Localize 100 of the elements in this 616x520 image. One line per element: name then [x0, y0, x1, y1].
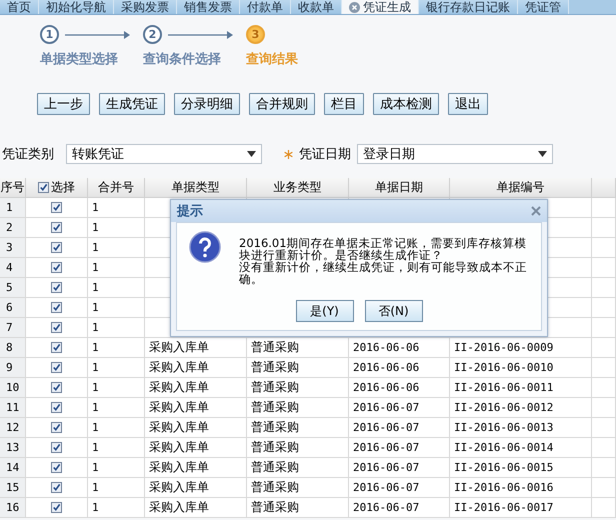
tab[interactable]: 首页 [0, 0, 39, 14]
toolbar-button[interactable]: 合并规则 [249, 93, 315, 115]
table-cell: 1 [88, 418, 145, 437]
checkbox[interactable] [51, 402, 62, 413]
checkbox[interactable] [51, 282, 62, 293]
tab[interactable]: 凭证管 [518, 0, 569, 14]
table-cell: 1 [88, 218, 145, 237]
checkbox[interactable] [51, 462, 62, 473]
toolbar-button[interactable]: 分录明细 [174, 93, 240, 115]
column-header[interactable]: 单据日期 [349, 178, 450, 197]
table-cell: 采购入库单 [145, 438, 247, 457]
step-label: 查询结果 [246, 51, 298, 68]
toolbar-button[interactable]: 栏目 [324, 93, 364, 115]
table-cell: 1 [88, 458, 145, 477]
table-cell: 2016-06-06 [349, 378, 450, 397]
row-number: 11 [0, 398, 26, 417]
field-label: 凭证类别 [2, 146, 54, 163]
table-cell: 2016-06-07 [349, 418, 450, 437]
tab[interactable]: 采购发票 [114, 0, 177, 14]
tab[interactable]: 银行存款日记账 [419, 0, 518, 14]
tab[interactable]: 收款单 [291, 0, 342, 14]
checkbox[interactable] [51, 342, 62, 353]
checkbox[interactable] [51, 322, 62, 333]
table-cell: 采购入库单 [145, 458, 247, 477]
table-cell: 1 [88, 438, 145, 457]
checkbox[interactable] [51, 262, 62, 273]
table-cell: 普通采购 [247, 418, 349, 437]
column-header[interactable]: 合并号 [88, 178, 145, 197]
row-number: 15 [0, 478, 26, 497]
table-cell: 普通采购 [247, 338, 349, 357]
table-cell: 采购入库单 [145, 338, 247, 357]
row-number: 6 [0, 298, 26, 317]
table-cell: 普通采购 [247, 438, 349, 457]
row-number: 9 [0, 358, 26, 377]
select-all-checkbox[interactable] [38, 182, 49, 193]
arrow-icon [166, 30, 234, 40]
column-header[interactable]: 业务类型 [247, 178, 349, 197]
tab[interactable]: 付款单 [240, 0, 291, 14]
column-header[interactable]: 单据编号 [450, 178, 592, 197]
checkbox[interactable] [51, 202, 62, 213]
dropdown-field[interactable]: 转账凭证 [66, 144, 262, 164]
checkbox[interactable] [51, 242, 62, 253]
checkbox[interactable] [51, 382, 62, 393]
row-number: 5 [0, 278, 26, 297]
table-cell: 1 [88, 378, 145, 397]
table-cell: 1 [88, 478, 145, 497]
table-cell: 1 [88, 398, 145, 417]
tab[interactable]: 销售发票 [177, 0, 240, 14]
column-header[interactable]: 单据类型 [145, 178, 247, 197]
dialog-message: 没有重新计价，继续生成凭证，则有可能导致成本不正确。 [239, 261, 527, 285]
row-number: 1 [0, 198, 26, 217]
row-number: 3 [0, 238, 26, 257]
table-cell: 1 [88, 358, 145, 377]
checkbox[interactable] [51, 442, 62, 453]
table-cell: 普通采购 [247, 358, 349, 377]
step-label: 查询条件选择 [143, 51, 222, 68]
table-cell: II-2016-06-0016 [450, 478, 592, 497]
table-cell: 普通采购 [247, 498, 349, 517]
toolbar-button[interactable]: 生成凭证 [99, 93, 165, 115]
close-icon[interactable] [349, 2, 360, 12]
table-cell: 普通采购 [247, 458, 349, 477]
table-cell: II-2016-06-0009 [450, 338, 592, 357]
toolbar-button[interactable]: 上一步 [37, 93, 90, 115]
table-cell: 采购入库单 [145, 418, 247, 437]
table-cell: 2016-06-06 [349, 358, 450, 377]
checkbox[interactable] [51, 482, 62, 493]
tab[interactable]: 初始化导航 [39, 0, 114, 14]
row-number: 16 [0, 498, 26, 517]
dialog-button[interactable]: 是(Y) [296, 300, 354, 322]
table-cell: 2016-06-07 [349, 398, 450, 417]
toolbar-button[interactable]: 退出 [448, 93, 488, 115]
checkbox[interactable] [51, 362, 62, 373]
arrow-icon [63, 30, 131, 40]
row-number: 10 [0, 378, 26, 397]
checkbox[interactable] [51, 222, 62, 233]
table-cell: 1 [88, 238, 145, 257]
column-header[interactable]: 序号 [0, 178, 26, 197]
step-number: 1 [40, 25, 59, 44]
checkbox[interactable] [51, 302, 62, 313]
table-cell: 1 [88, 278, 145, 297]
field-label: 凭证日期 [299, 146, 351, 163]
table-cell: II-2016-06-0013 [450, 418, 592, 437]
toolbar-button[interactable]: 成本检测 [373, 93, 439, 115]
row-number: 7 [0, 318, 26, 337]
table-cell: II-2016-06-0010 [450, 358, 592, 377]
table-cell: II-2016-06-0011 [450, 378, 592, 397]
checkbox[interactable] [51, 502, 62, 513]
table-cell: 2016-06-07 [349, 458, 450, 477]
close-icon[interactable] [531, 206, 541, 216]
tab[interactable]: 凭证生成 [342, 0, 419, 14]
table-cell: 采购入库单 [145, 478, 247, 497]
row-number: 4 [0, 258, 26, 277]
caret-icon [538, 151, 547, 157]
row-number: 14 [0, 458, 26, 477]
dialog-button[interactable]: 否(N) [364, 300, 422, 322]
checkbox[interactable] [51, 422, 62, 433]
table-cell: 1 [88, 258, 145, 277]
dialog-title: 提示 [177, 203, 203, 220]
column-header[interactable]: 选择 [26, 178, 88, 197]
dropdown-field[interactable]: 登录日期 [357, 144, 553, 164]
